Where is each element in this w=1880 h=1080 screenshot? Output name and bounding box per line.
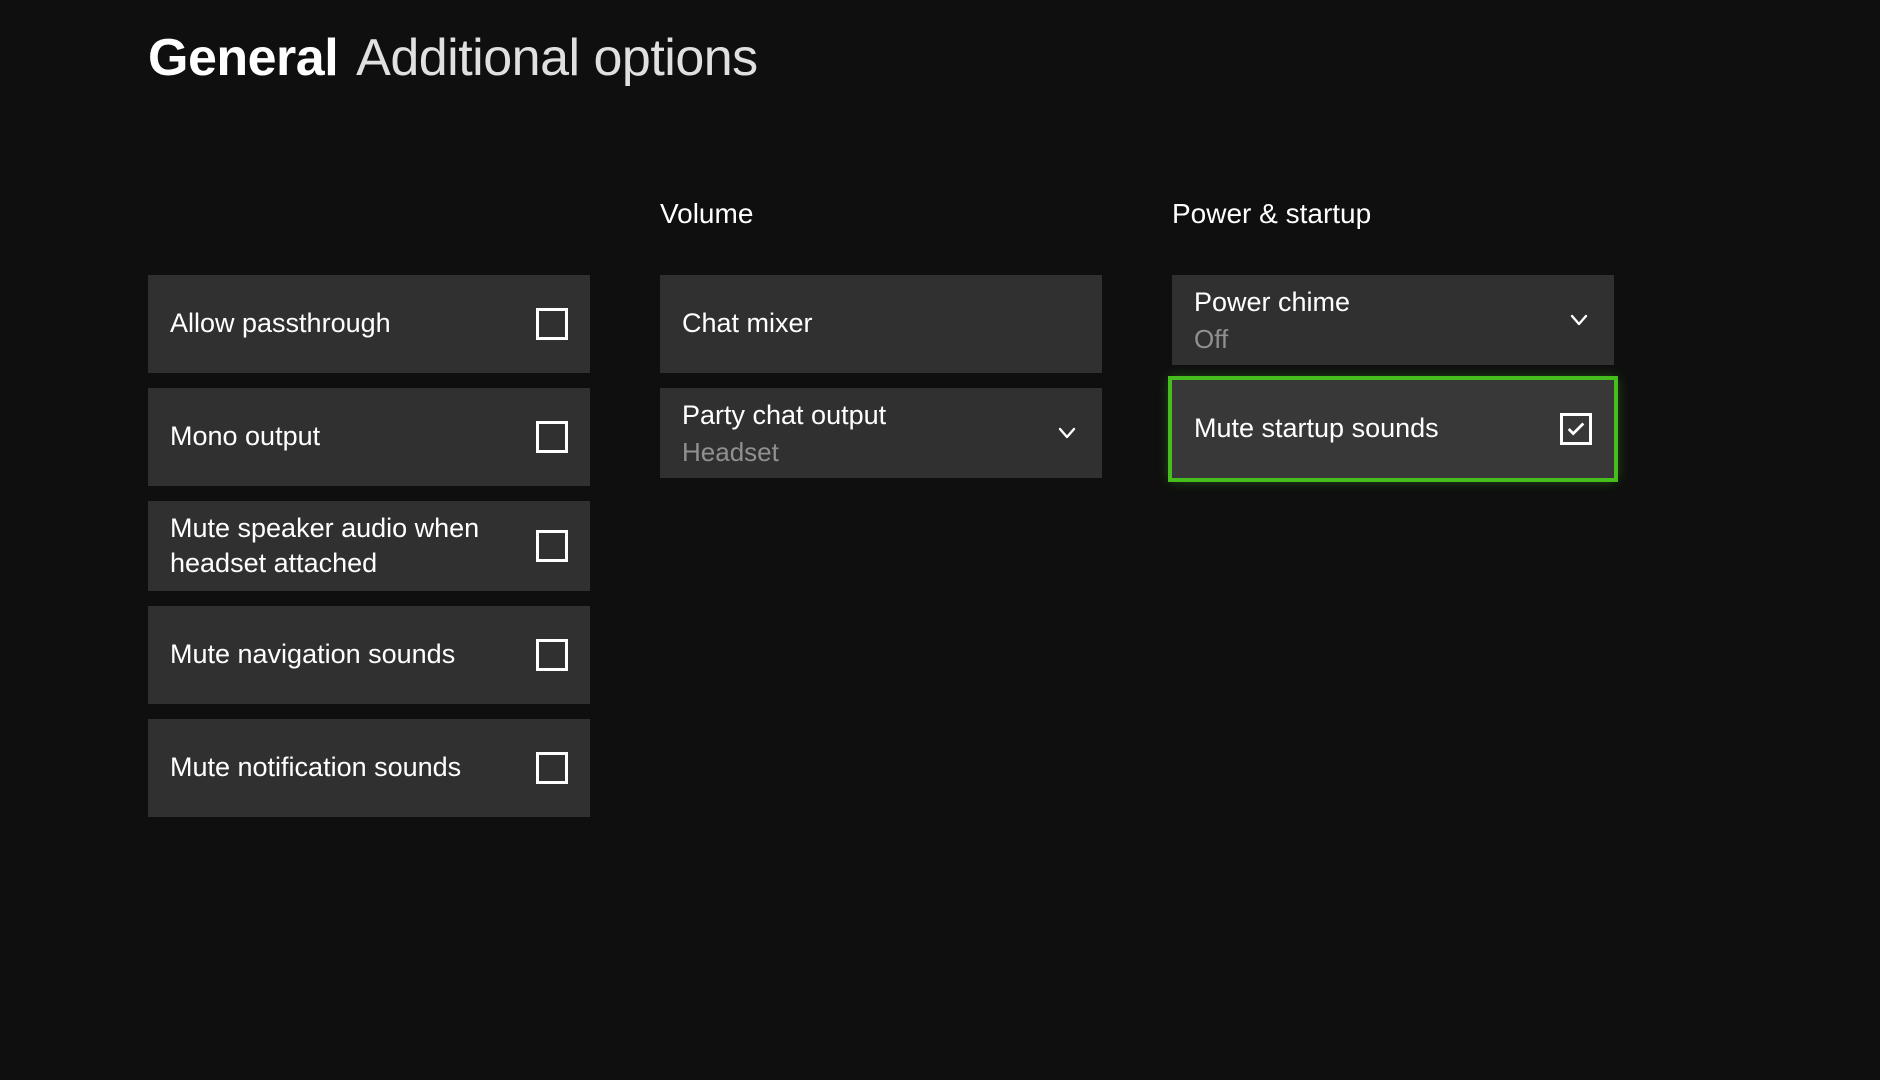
checkbox-icon: [536, 308, 568, 340]
option-label: Mute startup sounds: [1194, 411, 1439, 446]
mono-output-toggle[interactable]: Mono output: [148, 388, 590, 486]
checkbox-icon: [536, 530, 568, 562]
party-chat-output-select[interactable]: Party chat output Headset: [660, 388, 1102, 478]
chevron-down-icon: [1566, 307, 1592, 333]
power-startup-column: Power & startup Power chime Off Mute sta…: [1172, 198, 1614, 832]
checkbox-icon: [1560, 413, 1592, 445]
option-label: Mono output: [170, 419, 320, 454]
allow-passthrough-toggle[interactable]: Allow passthrough: [148, 275, 590, 373]
option-label: Chat mixer: [682, 306, 813, 341]
volume-column: Volume Chat mixer Party chat output Head…: [660, 198, 1102, 832]
option-label: Power chime: [1194, 285, 1350, 320]
power-startup-header: Power & startup: [1172, 198, 1614, 230]
checkbox-icon: [536, 639, 568, 671]
option-label: Mute navigation sounds: [170, 637, 455, 672]
option-text: Power chime Off: [1194, 285, 1350, 355]
mute-speaker-headset-toggle[interactable]: Mute speaker audio when headset attached: [148, 501, 590, 591]
option-value: Off: [1194, 324, 1350, 355]
option-value: Headset: [682, 437, 886, 468]
general-column: — Allow passthrough Mono output Mute spe…: [148, 198, 590, 832]
header-category: General: [148, 28, 338, 88]
mute-notification-sounds-toggle[interactable]: Mute notification sounds: [148, 719, 590, 817]
header-title: Additional options: [356, 28, 758, 88]
option-label: Mute notification sounds: [170, 750, 461, 785]
mute-navigation-sounds-toggle[interactable]: Mute navigation sounds: [148, 606, 590, 704]
option-label: Allow passthrough: [170, 306, 391, 341]
option-text: Party chat output Headset: [682, 398, 886, 468]
option-label: Mute speaker audio when headset attached: [170, 511, 490, 581]
mute-startup-sounds-toggle[interactable]: Mute startup sounds: [1172, 380, 1614, 478]
volume-header: Volume: [660, 198, 1102, 230]
chat-mixer-button[interactable]: Chat mixer: [660, 275, 1102, 373]
checkbox-icon: [536, 752, 568, 784]
page-header: General Additional options: [148, 28, 1880, 88]
checkbox-icon: [536, 421, 568, 453]
chevron-down-icon: [1054, 420, 1080, 446]
power-chime-select[interactable]: Power chime Off: [1172, 275, 1614, 365]
option-label: Party chat output: [682, 398, 886, 433]
